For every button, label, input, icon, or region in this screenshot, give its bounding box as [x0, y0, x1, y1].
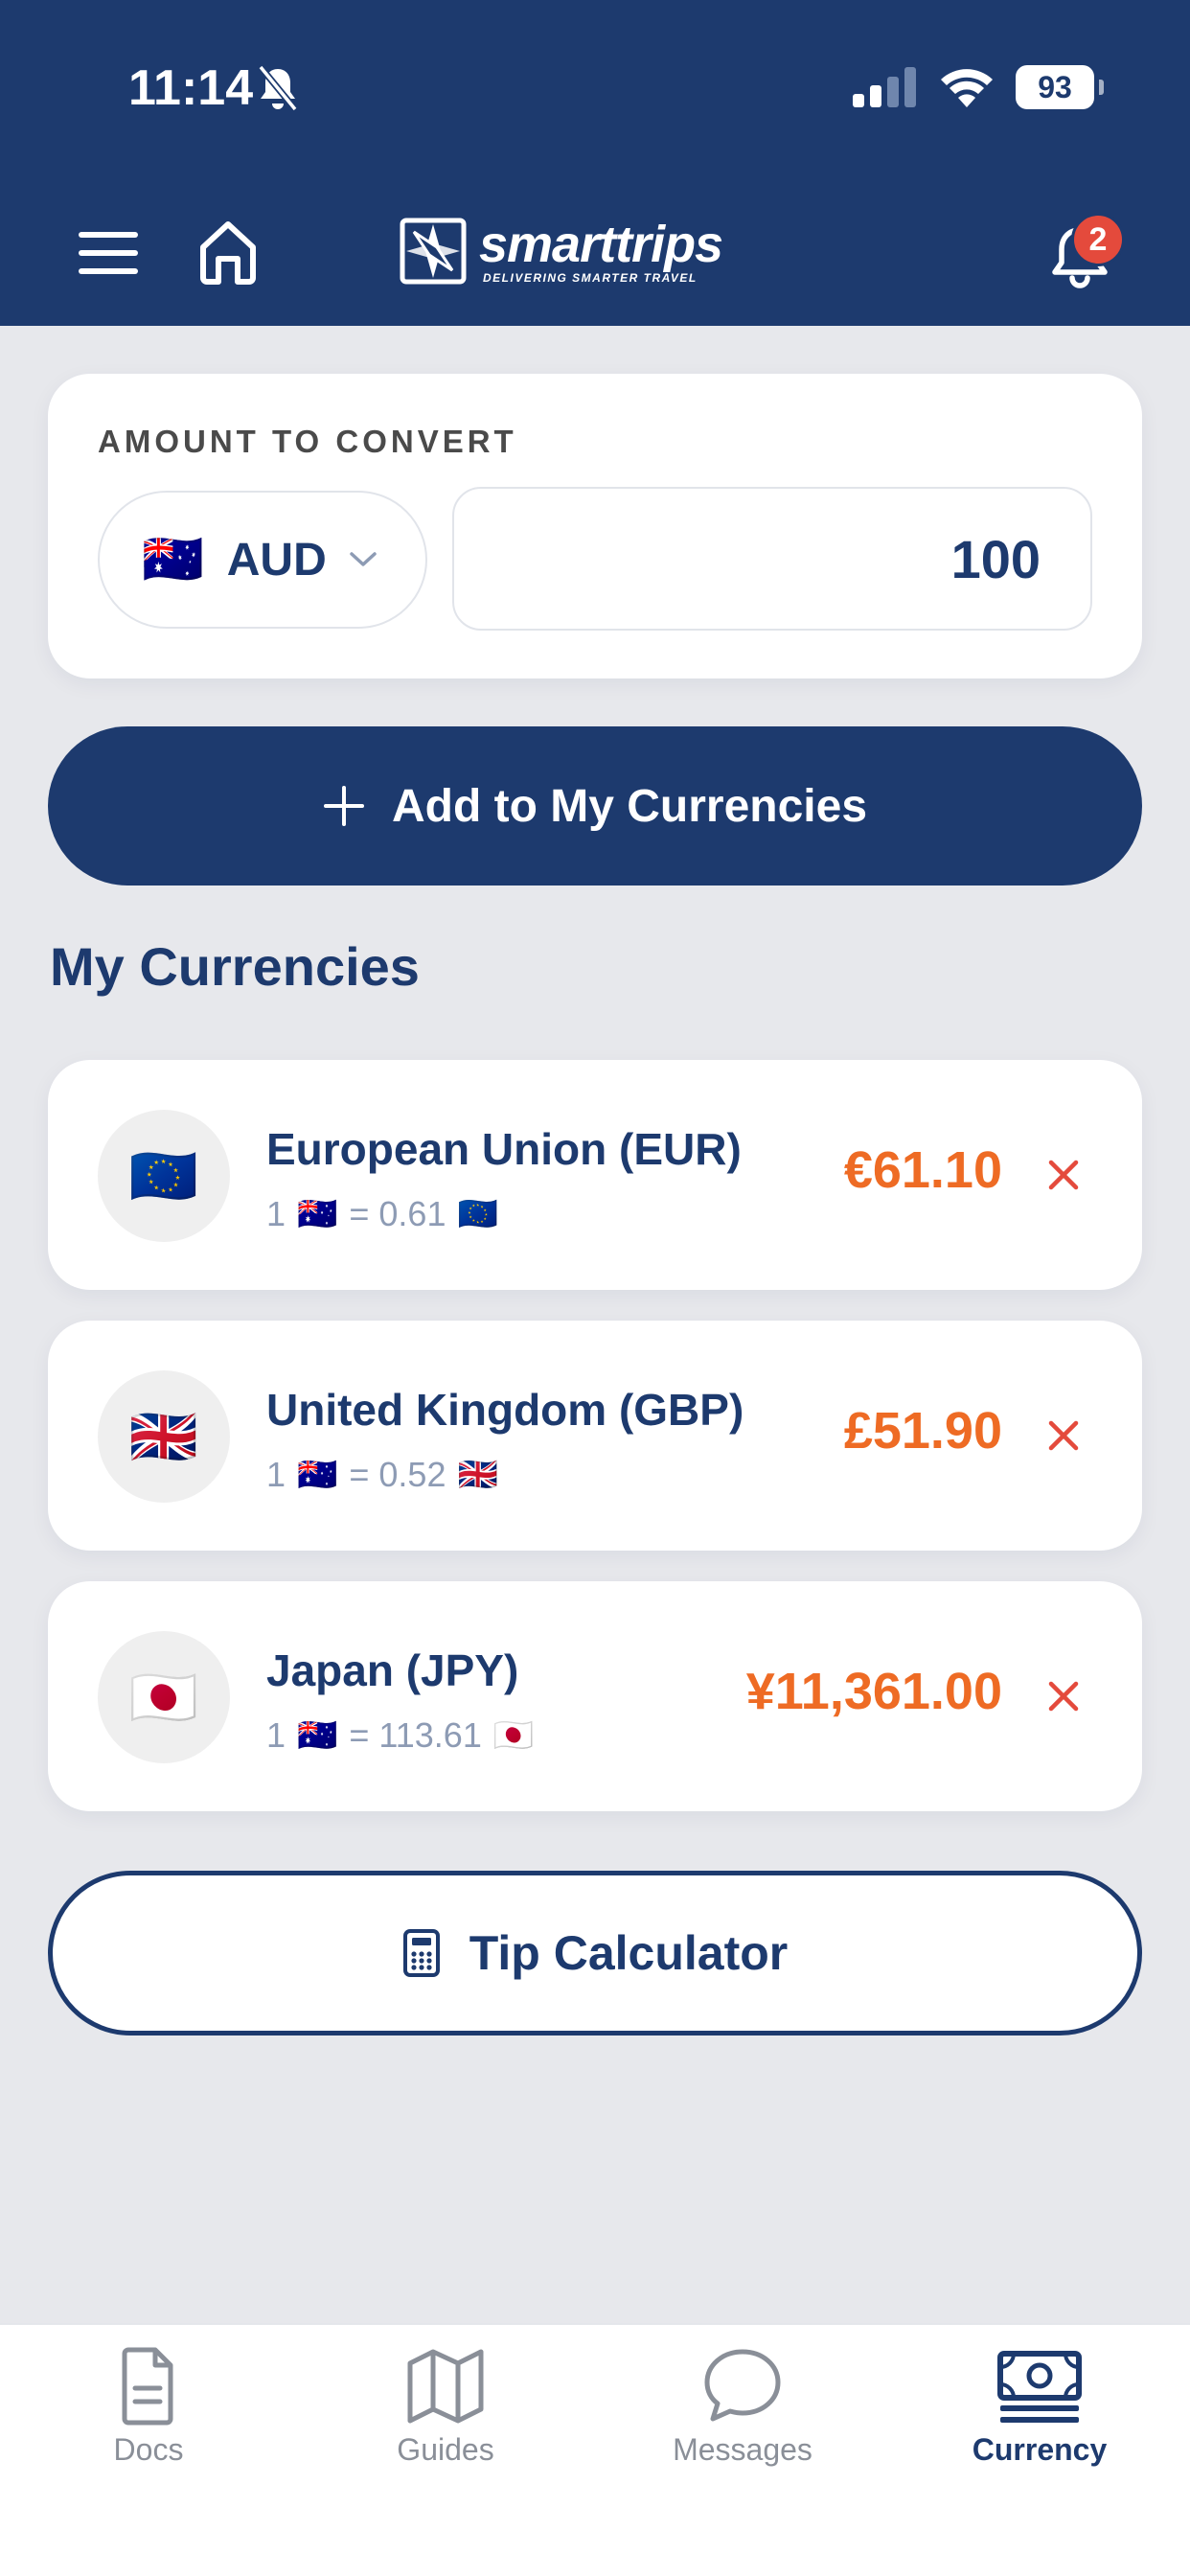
japan-flag-icon: 🇯🇵	[128, 1665, 199, 1730]
chevron-down-icon	[350, 552, 377, 566]
calculator-icon	[402, 1929, 440, 1977]
currency-name: European Union (EUR)	[266, 1124, 742, 1174]
notification-badge: 2	[1071, 213, 1125, 266]
smarttrips-logo: smarttrips DELIVERING SMARTER TRAVEL	[397, 215, 723, 288]
logo-name: smarttrips	[479, 216, 723, 273]
exchange-rate: 1 🇦🇺 = 0.61 🇪🇺	[266, 1194, 498, 1233]
australia-flag-icon: 🇦🇺	[142, 531, 204, 588]
amount-card: AMOUNT TO CONVERT 🇦🇺 AUD	[48, 374, 1142, 678]
exchange-rate: 1 🇦🇺 = 113.61 🇯🇵	[266, 1715, 535, 1755]
compass-logo-icon	[400, 218, 467, 285]
battery-indicator: 93	[1016, 65, 1104, 109]
australia-flag-icon: 🇦🇺	[297, 1456, 338, 1494]
home-icon[interactable]	[195, 218, 261, 286]
plus-icon	[323, 786, 364, 826]
japan-flag-icon: 🇯🇵	[492, 1716, 535, 1755]
hamburger-menu-icon[interactable]	[77, 228, 140, 278]
tab-messages[interactable]: Messages	[594, 2344, 891, 2507]
document-icon	[122, 2347, 173, 2426]
logo-tagline: DELIVERING SMARTER TRAVEL	[483, 271, 698, 285]
tab-label: Currency	[972, 2432, 1108, 2467]
bottom-tab-bar: Docs Guides Messages Currency	[0, 2323, 1190, 2576]
remove-currency-icon[interactable]	[1046, 1679, 1081, 1714]
converted-value: ¥11,361.00	[745, 1663, 1002, 1720]
exchange-rate: 1 🇦🇺 = 0.52 🇬🇧	[266, 1455, 498, 1494]
amount-input[interactable]	[452, 487, 1092, 631]
tip-button-label: Tip Calculator	[469, 1926, 789, 1980]
section-title: My Currencies	[50, 936, 420, 997]
converted-value: £51.90	[843, 1402, 1002, 1460]
converted-value: €61.10	[843, 1141, 1002, 1199]
eu-flag-icon: 🇪🇺	[128, 1143, 199, 1208]
tab-currency[interactable]: Currency	[891, 2344, 1188, 2507]
uk-flag-icon: 🇬🇧	[128, 1404, 199, 1469]
currency-row-jpy[interactable]: 🇯🇵 Japan (JPY) 1 🇦🇺 = 113.61 🇯🇵 ¥11,361.…	[48, 1581, 1142, 1811]
currency-name: United Kingdom (GBP)	[266, 1385, 744, 1435]
banknote-icon	[997, 2351, 1082, 2423]
australia-flag-icon: 🇦🇺	[297, 1195, 338, 1233]
tab-label: Guides	[397, 2432, 494, 2467]
silent-mode-icon	[258, 64, 298, 112]
map-icon	[407, 2349, 484, 2424]
add-button-label: Add to My Currencies	[391, 780, 868, 832]
tab-guides[interactable]: Guides	[297, 2344, 594, 2507]
currency-row-gbp[interactable]: 🇬🇧 United Kingdom (GBP) 1 🇦🇺 = 0.52 🇬🇧 £…	[48, 1321, 1142, 1551]
base-currency-code: AUD	[226, 534, 327, 586]
tab-docs[interactable]: Docs	[0, 2344, 297, 2507]
australia-flag-icon: 🇦🇺	[297, 1716, 338, 1755]
remove-currency-icon[interactable]	[1046, 1418, 1081, 1453]
base-currency-select[interactable]: 🇦🇺 AUD	[98, 491, 427, 629]
app-header: 11:14 93 smarttrips DELIVERING SMARTER T…	[0, 0, 1190, 326]
tab-label: Messages	[673, 2432, 812, 2467]
tip-calculator-button[interactable]: Tip Calculator	[48, 1871, 1142, 2036]
cellular-signal-icon	[853, 67, 916, 107]
remove-currency-icon[interactable]	[1046, 1158, 1081, 1192]
add-to-my-currencies-button[interactable]: Add to My Currencies	[48, 726, 1142, 886]
chat-bubble-icon	[704, 2349, 781, 2422]
amount-label: AMOUNT TO CONVERT	[98, 424, 517, 459]
tab-label: Docs	[113, 2432, 184, 2467]
currency-name: Japan (JPY)	[266, 1645, 519, 1695]
currency-row-eur[interactable]: 🇪🇺 European Union (EUR) 1 🇦🇺 = 0.61 🇪🇺 €…	[48, 1060, 1142, 1290]
wifi-icon	[941, 69, 993, 107]
status-time: 11:14	[128, 60, 254, 116]
eu-flag-icon: 🇪🇺	[457, 1195, 498, 1233]
uk-flag-icon: 🇬🇧	[457, 1456, 498, 1494]
